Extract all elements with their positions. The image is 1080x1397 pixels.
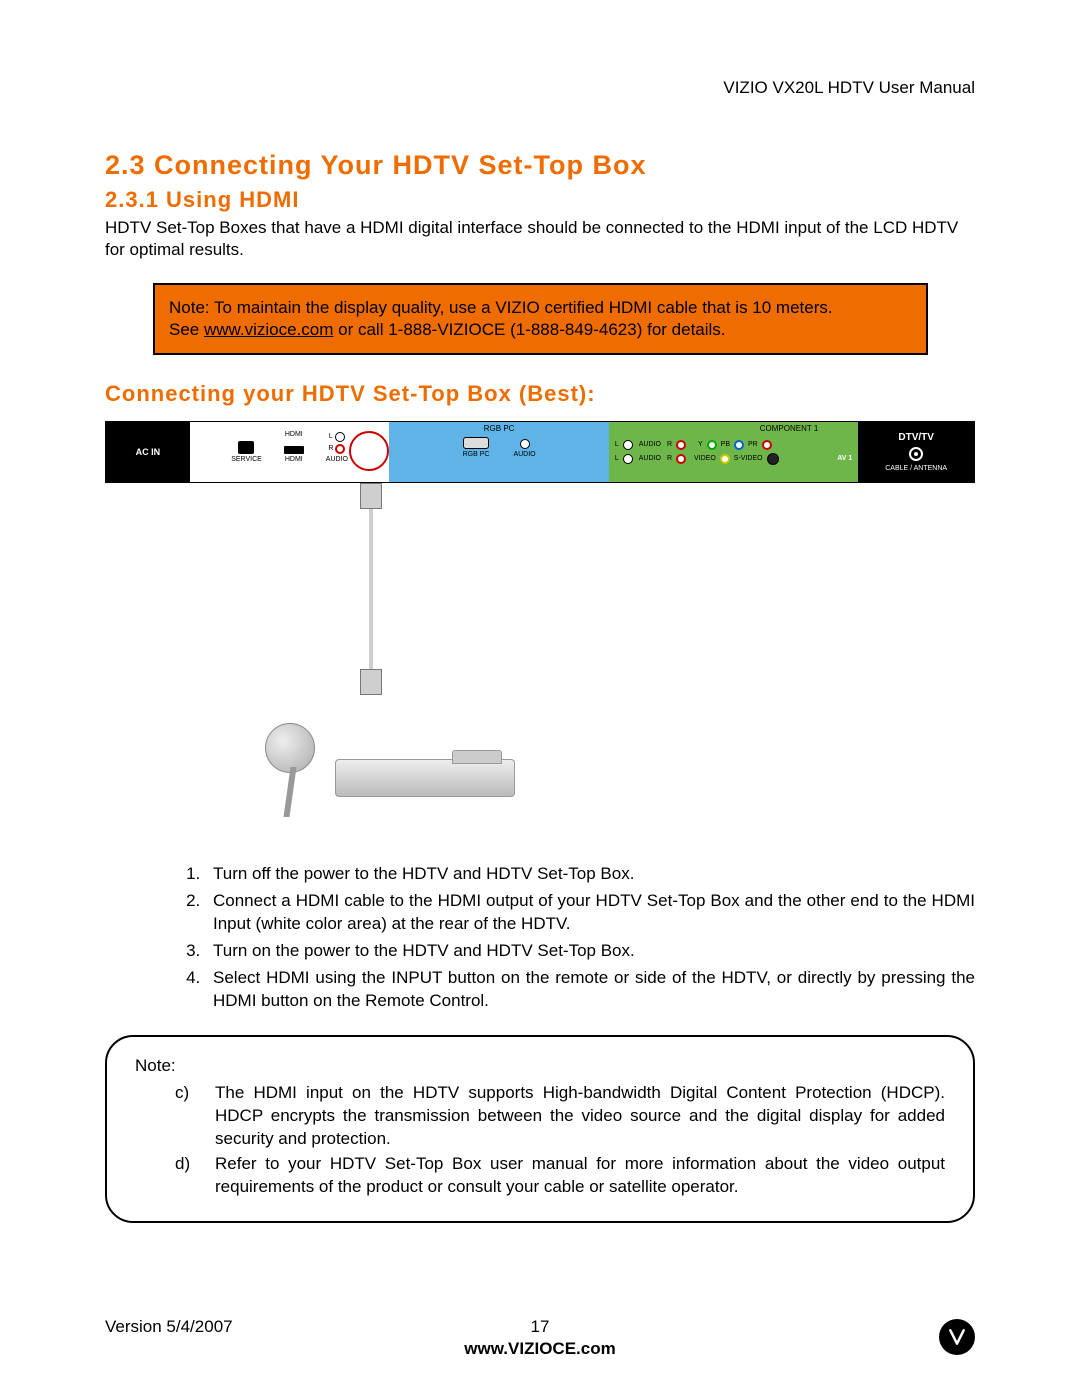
intro-paragraph: HDTV Set-Top Boxes that have a HDMI digi… [105,217,975,261]
service-label: SERVICE [231,456,262,463]
note-line-2-pre: See [169,320,204,339]
step-4: Select HDMI using the INPUT button on th… [205,967,975,1013]
note-line-1: Note: To maintain the display quality, u… [169,298,833,317]
step-1: Turn off the power to the HDTV and HDTV … [205,863,975,886]
comp-audio-label: AUDIO [639,441,661,448]
instruction-steps: Turn off the power to the HDTV and HDTV … [105,863,975,1013]
manual-page: VIZIO VX20L HDTV User Manual 2.3 Connect… [0,0,1080,1397]
step-3: Turn on the power to the HDTV and HDTV S… [205,940,975,963]
audio-label-2: AUDIO [513,451,535,458]
av1-label: AV 1 [837,455,852,462]
vizio-logo-icon [939,1319,975,1355]
note2-item-d: d) Refer to your HDTV Set-Top Box user m… [135,1153,945,1199]
audio-label-1: AUDIO [326,456,348,463]
panel-section-hdmi: SERVICE HDMI HDMI L R AUDIO [190,422,390,482]
note-rounded-box: Note: c) The HDMI input on the HDTV supp… [105,1035,975,1223]
satellite-dish-icon [265,723,335,813]
footer-version: Version 5/4/2007 [105,1317,233,1337]
y-label: Y [698,441,703,448]
note-link[interactable]: www.vizioce.com [204,320,333,339]
audio-r-label: R [328,445,333,452]
note2-text-d: Refer to your HDTV Set-Top Box user manu… [215,1153,945,1199]
panel-section-rgbpc: RGB PC RGB PC AUDIO [389,422,609,482]
svideo-jack-icon [767,453,779,465]
av-r-jack-icon [676,454,686,464]
av-audio-label: AUDIO [639,455,661,462]
audio-l-jack-icon [335,432,345,442]
video-jack-icon [720,454,730,464]
hdmi-bottom-label: HDMI [285,456,303,463]
comp-r-jack-icon [676,440,686,450]
rear-panel-diagram: AC IN SERVICE HDMI HDMI [105,421,975,843]
note-callout-box: Note: To maintain the display quality, u… [153,283,928,355]
heading-2-3-1: 2.3.1 Using HDMI [105,187,975,213]
cable-diagram-area [105,483,975,843]
vga-port-icon [463,437,489,449]
hdmi-cable-icon [357,483,385,713]
comp-l-jack-icon [623,440,633,450]
panel-section-ac: AC IN [106,422,190,482]
video-label: VIDEO [694,455,716,462]
panel-section-component-av: COMPONENT 1 L AUDIO R Y PB PR L AUDIO [609,422,858,482]
hdmi-port-icon [284,446,304,454]
rgbpc-top-label: RGB PC [484,424,515,433]
footer-page-number: 17 [531,1317,550,1337]
cable-antenna-label: CABLE / ANTENNA [885,465,947,472]
pr-label: PR [748,441,758,448]
receiver-box-icon [335,759,515,797]
heading-2-3: 2.3 Connecting Your HDTV Set-Top Box [105,150,975,181]
y-jack-icon [707,440,717,450]
comp-r-label-1: R [667,441,672,448]
service-port-icon [238,441,254,454]
pb-jack-icon [734,440,744,450]
page-footer: Version 5/4/2007 17 www.VIZIOCE.com [105,1317,975,1337]
svideo-label: S-VIDEO [734,455,763,462]
rear-panel: AC IN SERVICE HDMI HDMI [105,421,975,483]
av-l-label: L [615,455,619,462]
note2-item-c: c) The HDMI input on the HDTV supports H… [135,1082,945,1151]
av-l-jack-icon [623,454,633,464]
audio-l-label: L [329,433,333,440]
note2-text-c: The HDMI input on the HDTV supports High… [215,1082,945,1151]
rgbpc-bottom-label: RGB PC [463,451,490,458]
dtvtv-label: DTV/TV [898,432,934,443]
note2-label-d: d) [135,1153,215,1199]
set-top-box-illustration [265,713,525,823]
heading-connecting-best: Connecting your HDTV Set-Top Box (Best): [105,381,975,407]
step-2: Connect a HDMI cable to the HDMI output … [205,890,975,936]
ac-in-label: AC IN [136,447,161,457]
footer-website: www.VIZIOCE.com [464,1339,615,1359]
note2-title: Note: [135,1055,945,1078]
hdmi-top-label: HDMI [285,431,303,438]
av-r-label: R [667,455,672,462]
audio-r-jack-icon [335,444,345,454]
header-manual-title: VIZIO VX20L HDTV User Manual [723,78,975,98]
component1-label: COMPONENT 1 [760,424,819,433]
panel-section-dtv: DTV/TV CABLE / ANTENNA [858,422,974,482]
note-line-2-post: or call 1-888-VIZIOCE (1-888-849-4623) f… [333,320,725,339]
pr-jack-icon [762,440,772,450]
pc-audio-jack-icon [520,439,530,449]
note2-label-c: c) [135,1082,215,1151]
coax-jack-icon [909,447,923,461]
pb-label: PB [721,441,730,448]
comp-l-label: L [615,441,619,448]
